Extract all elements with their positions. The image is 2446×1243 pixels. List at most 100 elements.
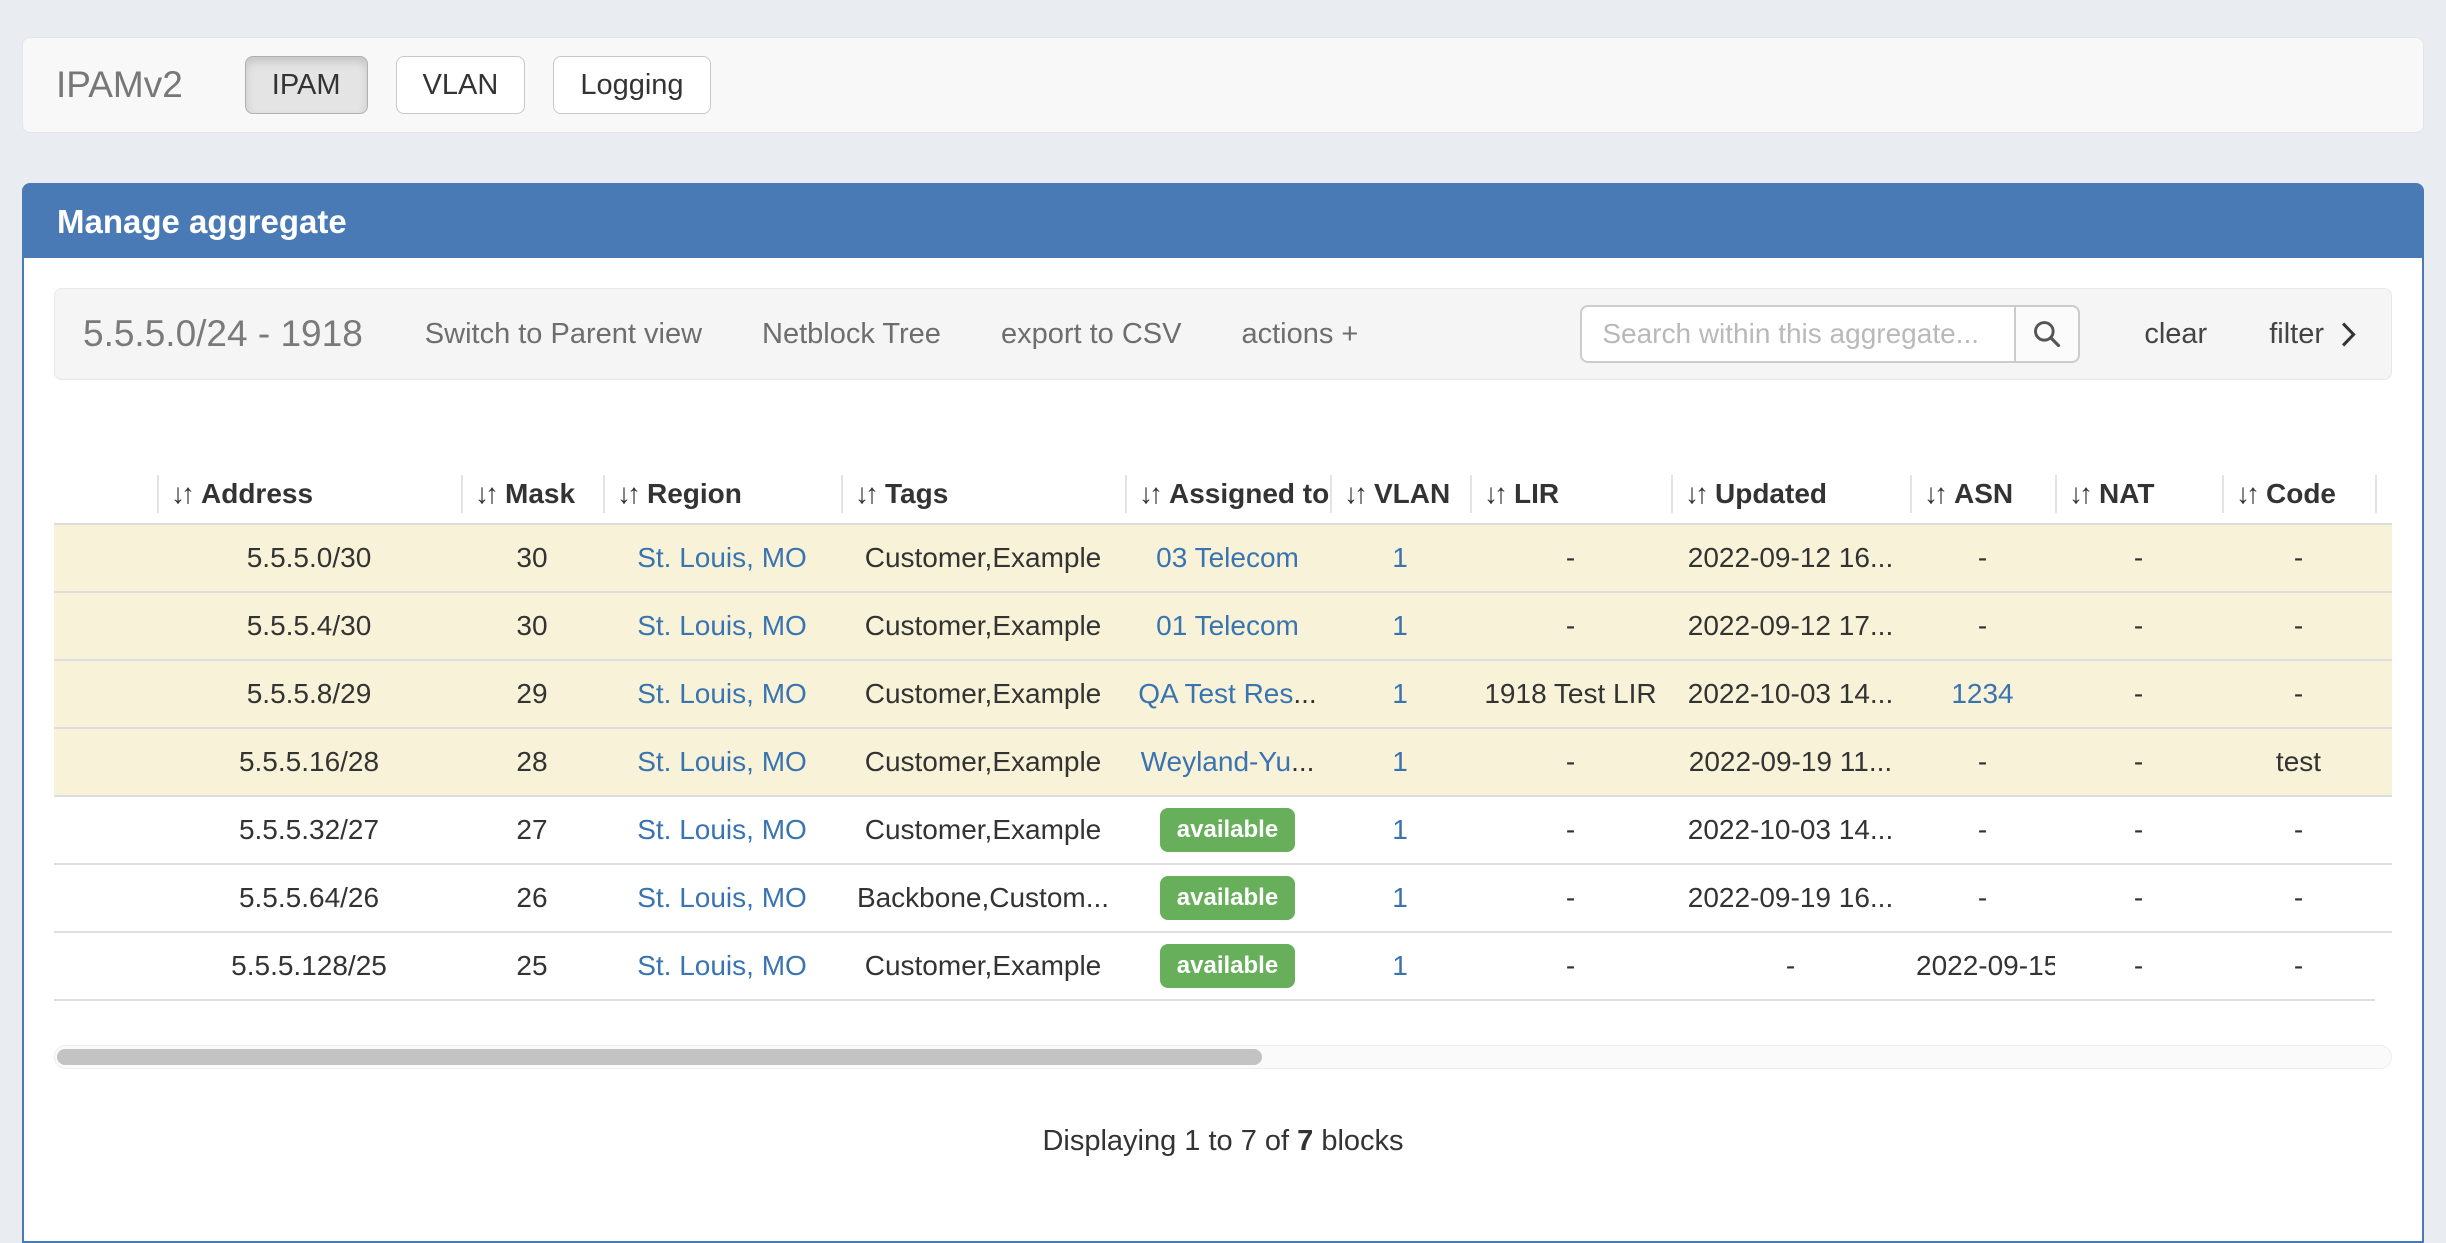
column-header-lir[interactable]: ↓↑LIR xyxy=(1470,464,1671,524)
horizontal-scrollbar-track[interactable] xyxy=(54,1045,2392,1069)
column-label: Mask xyxy=(505,478,575,509)
netblock-tree-link[interactable]: Netblock Tree xyxy=(762,318,941,351)
tab-logging[interactable]: Logging xyxy=(553,56,710,114)
cell-nat: - xyxy=(2055,864,2222,932)
table-header-row: ↓↑Address↓↑Mask↓↑Region↓↑Tags↓↑Assigned … xyxy=(54,464,2392,524)
region-link[interactable]: St. Louis, MO xyxy=(637,678,807,709)
assigned-to-link[interactable]: Weyland-Yu xyxy=(1141,746,1291,777)
cell-assigned-to: QA Test Res... xyxy=(1125,660,1330,728)
assigned-to-link[interactable]: 01 Telecom xyxy=(1156,610,1299,641)
column-label: Code xyxy=(2266,478,2336,509)
region-link[interactable]: St. Louis, MO xyxy=(637,542,807,573)
column-label: NAT xyxy=(2099,478,2154,509)
vlan-link[interactable]: 1 xyxy=(1392,882,1408,913)
switch-to-parent-view-link[interactable]: Switch to Parent view xyxy=(425,318,702,351)
search-group xyxy=(1580,305,2080,363)
sort-icon: ↓↑ xyxy=(2236,478,2256,509)
cell-mask: 26 xyxy=(461,864,603,932)
cell-code: - xyxy=(2222,932,2375,1000)
cell-lir: - xyxy=(1470,932,1671,1000)
column-header-code[interactable]: ↓↑ Code xyxy=(2222,464,2375,524)
netblock-table-container: ↓↑Address↓↑Mask↓↑Region↓↑Tags↓↑Assigned … xyxy=(54,464,2392,1001)
column-separator xyxy=(1671,475,1673,513)
column-separator xyxy=(841,475,843,513)
export-to-csv-link[interactable]: export to CSV xyxy=(1001,318,1182,351)
cell-mask: 28 xyxy=(461,728,603,796)
column-header-asn[interactable]: ↓↑ASN xyxy=(1910,464,2055,524)
aggregate-toolbar: 5.5.5.0/24 - 1918 Switch to Parent viewN… xyxy=(54,288,2392,380)
cell-asn: - xyxy=(1910,864,2055,932)
column-header-mask[interactable]: ↓↑ Mask xyxy=(461,464,603,524)
region-link[interactable]: St. Louis, MO xyxy=(637,814,807,845)
cell-region: St. Louis, MO xyxy=(603,592,841,660)
vlan-link[interactable]: 1 xyxy=(1392,950,1408,981)
column-label: VLAN xyxy=(1374,478,1450,509)
region-link[interactable]: St. Louis, MO xyxy=(637,950,807,981)
column-separator xyxy=(1910,475,1912,513)
column-header-tags[interactable]: ↓↑Tags xyxy=(841,464,1125,524)
sort-icon: ↓↑ xyxy=(1344,478,1364,509)
clear-link[interactable]: clear xyxy=(2144,318,2207,351)
column-separator xyxy=(1470,475,1472,513)
region-link[interactable]: St. Louis, MO xyxy=(637,610,807,641)
cell-lir: 1918 Test LIR xyxy=(1470,660,1671,728)
assigned-to-link[interactable]: 03 Telecom xyxy=(1156,542,1299,573)
cell-tags: Customer,Example xyxy=(841,592,1125,660)
column-separator xyxy=(2055,475,2057,513)
actions-link[interactable]: actions + xyxy=(1241,318,1358,351)
cell-tags: Customer,Example xyxy=(841,524,1125,592)
app-brand: IPAMv2 xyxy=(56,64,183,106)
cell-address: 5.5.5.0/30 xyxy=(157,524,461,592)
cell-updated: 2022-09-19 11... xyxy=(1671,728,1910,796)
nav-tabs: IPAM VLAN Logging xyxy=(245,56,739,114)
asn-link[interactable]: 1234 xyxy=(1951,678,2013,709)
horizontal-scrollbar-thumb[interactable] xyxy=(57,1049,1262,1065)
sort-icon: ↓↑ xyxy=(475,478,495,509)
table-body: 5.5.5.0/3030 St. Louis, MO Customer,Exampl… xyxy=(54,524,2392,1000)
column-header-updated[interactable]: ↓↑Updated xyxy=(1671,464,1910,524)
cell-code: - xyxy=(2222,864,2375,932)
column-separator xyxy=(157,475,159,513)
cell-lir: - xyxy=(1470,864,1671,932)
search-input[interactable] xyxy=(1580,305,2014,363)
vlan-link[interactable]: 1 xyxy=(1392,746,1408,777)
cell-extra xyxy=(2375,864,2392,932)
cell-region: St. Louis, MO xyxy=(603,660,841,728)
column-header-address[interactable]: ↓↑Address xyxy=(157,464,461,524)
column-header-nat[interactable]: ↓↑NAT xyxy=(2055,464,2222,524)
cell-expand xyxy=(54,932,157,1000)
tab-ipam[interactable]: IPAM xyxy=(245,56,368,114)
table-row: 5.5.5.4/3030St. Louis, MOCustomer,Exampl… xyxy=(54,592,2392,660)
column-separator xyxy=(461,475,463,513)
column-header-assigned-to[interactable]: ↓↑Assigned to xyxy=(1125,464,1330,524)
region-link[interactable]: St. Louis, MO xyxy=(637,746,807,777)
column-header-vlan[interactable]: ↓↑ VLAN xyxy=(1330,464,1470,524)
chevron-right-icon xyxy=(2340,321,2357,348)
cell-assigned-to: 01 Telecom xyxy=(1125,592,1330,660)
vlan-link[interactable]: 1 xyxy=(1392,542,1408,573)
cell-assigned-to: available xyxy=(1125,796,1330,864)
vlan-link[interactable]: 1 xyxy=(1392,610,1408,641)
cell-lir: - xyxy=(1470,796,1671,864)
tab-vlan[interactable]: VLAN xyxy=(396,56,526,114)
search-button[interactable] xyxy=(2014,305,2080,363)
column-header-region[interactable]: ↓↑Region xyxy=(603,464,841,524)
column-header-extra[interactable]: ↓↑ xyxy=(2375,464,2392,524)
status-suffix: blocks xyxy=(1321,1125,1403,1157)
vlan-link[interactable]: 1 xyxy=(1392,678,1408,709)
cell-code: - xyxy=(2222,592,2375,660)
table-row: 5.5.5.8/2929St. Louis, MOCustomer,Exampl… xyxy=(54,660,2392,728)
cell-expand xyxy=(54,524,157,592)
column-header-expand xyxy=(54,464,157,524)
cell-lir: - xyxy=(1470,524,1671,592)
cell-extra xyxy=(2375,796,2392,864)
cell-code: - xyxy=(2222,660,2375,728)
sort-icon: ↓↑ xyxy=(171,478,191,509)
cell-mask: 30 xyxy=(461,524,603,592)
cell-address: 5.5.5.16/28 xyxy=(157,728,461,796)
region-link[interactable]: St. Louis, MO xyxy=(637,882,807,913)
assigned-to-link[interactable]: QA Test Res xyxy=(1138,678,1293,709)
vlan-link[interactable]: 1 xyxy=(1392,814,1408,845)
cell-vlan: 1 xyxy=(1330,864,1470,932)
filter-link[interactable]: filter xyxy=(2269,318,2357,351)
